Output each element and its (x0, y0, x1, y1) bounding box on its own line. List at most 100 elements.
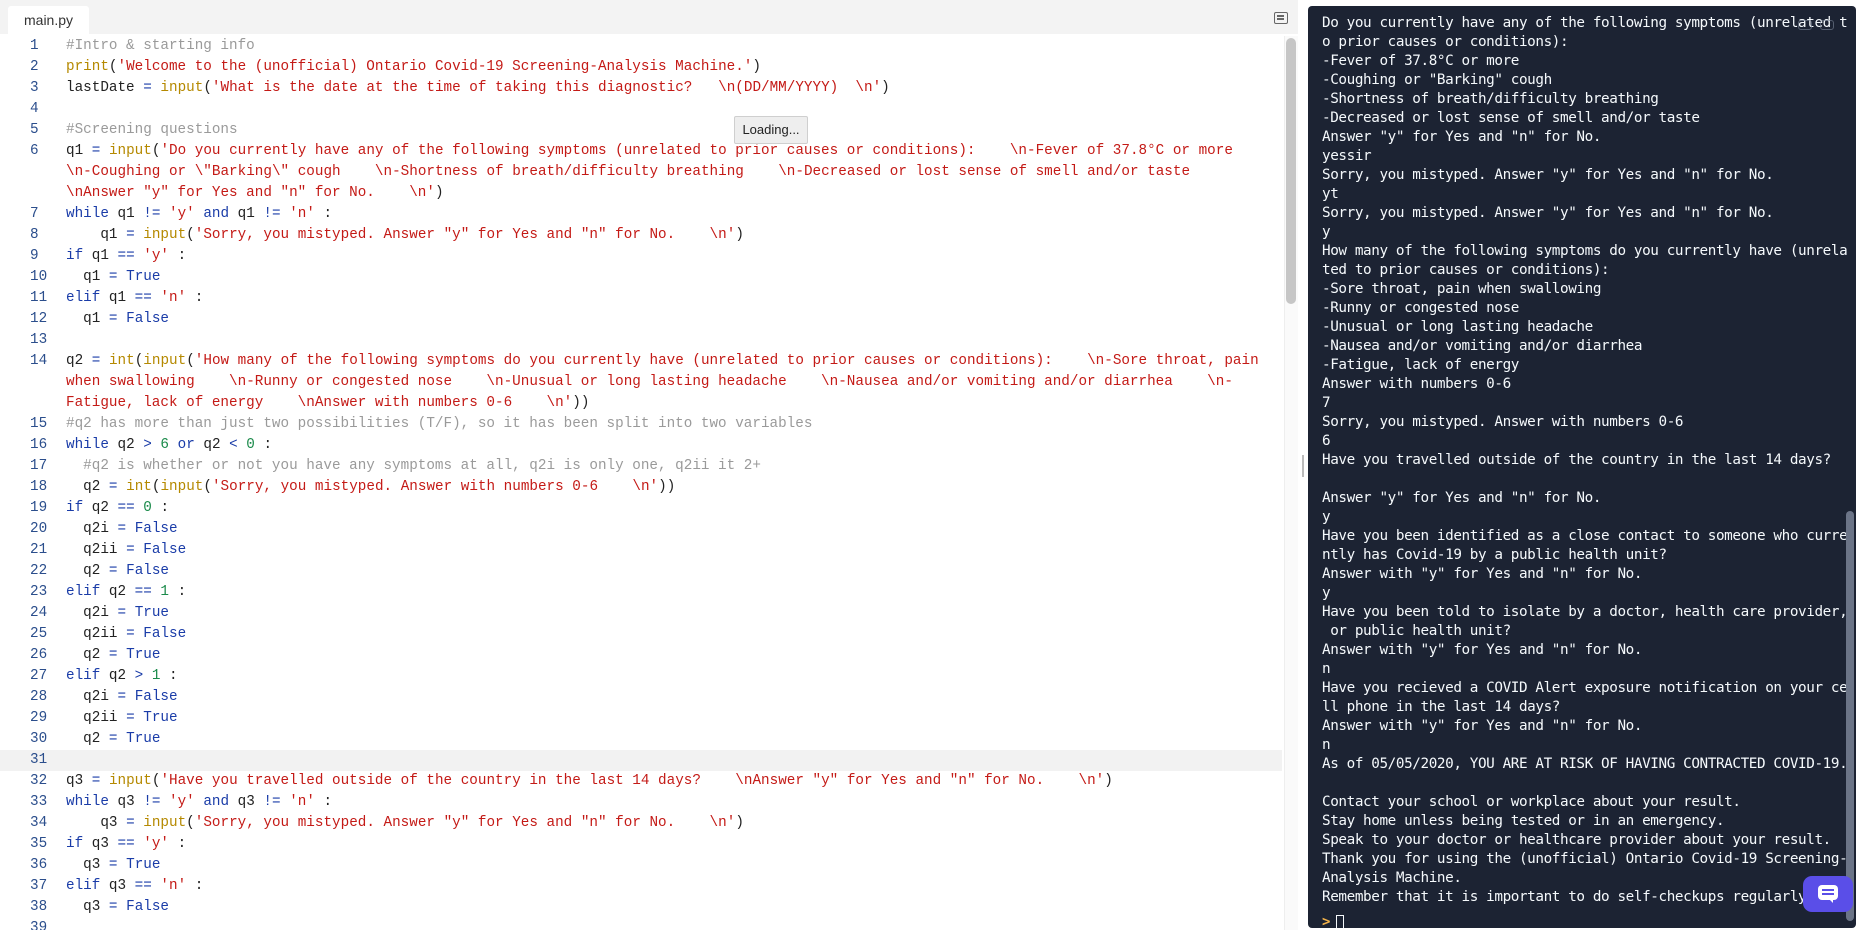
code-line[interactable]: 1 #Intro & starting info (0, 36, 1282, 57)
console-prompt[interactable]: > (1322, 914, 1345, 928)
code-line[interactable]: 12 q1 = False (0, 309, 1282, 330)
code-text: q2i = True (56, 603, 1282, 624)
code-line[interactable]: 23 elif q2 == 1 : (0, 582, 1282, 603)
code-line[interactable]: 27 elif q2 > 1 : (0, 666, 1282, 687)
code-token: ' (426, 185, 435, 201)
code-line[interactable]: 14 q2 = int(input('How many of the follow… (0, 351, 1282, 414)
console-scrollbar-thumb[interactable] (1846, 511, 1854, 921)
code-token: True (126, 857, 161, 873)
code-token: = (126, 626, 135, 642)
code-line[interactable]: 10 q1 = True (0, 267, 1282, 288)
code-token: input (160, 479, 204, 495)
code-line[interactable]: 3 lastDate = input('What is the date at t… (0, 78, 1282, 99)
console-line: Contact your school or workplace about y… (1322, 794, 1741, 810)
code-token: if (66, 836, 84, 852)
chat-button[interactable] (1803, 876, 1853, 912)
code-line[interactable]: 8 q1 = input('Sorry, you mistyped. Answe… (0, 225, 1282, 246)
console-expand-icon[interactable] (1820, 20, 1834, 30)
code-text: elif q2 == 1 : (56, 582, 1282, 603)
code-token: 'n' (289, 206, 315, 222)
code-token: input (143, 815, 187, 831)
code-line[interactable]: 4 (0, 99, 1282, 120)
settings-icon[interactable] (1274, 12, 1288, 24)
code-line[interactable]: 37 elif q3 == 'n' : (0, 876, 1282, 897)
code-line[interactable]: 39 (0, 918, 1282, 930)
code-token: q3 (100, 878, 135, 894)
file-tab-main-py[interactable]: main.py (8, 6, 90, 34)
code-token: : (186, 878, 204, 894)
code-token: 'n' (160, 878, 187, 894)
code-text: q2 = True (56, 729, 1282, 750)
code-line[interactable]: 28 q2i = False (0, 687, 1282, 708)
code-token: \n (66, 164, 84, 180)
code-line[interactable]: 24 q2i = True (0, 603, 1282, 624)
line-number: 6 (30, 143, 39, 159)
code-token: == (117, 836, 135, 852)
editor-scrollbar-thumb[interactable] (1286, 38, 1296, 304)
code-line[interactable]: 19 if q2 == 0 : (0, 498, 1282, 519)
code-line[interactable]: 18 q2 = int(input('Sorry, you mistyped. … (0, 477, 1282, 498)
code-token: : (314, 794, 333, 810)
code-token: q3 (83, 836, 118, 852)
code-line[interactable]: 21 q2ii = False (0, 540, 1282, 561)
console-line: n (1322, 737, 1331, 753)
console-pane[interactable]: Do you currently have any of the followi… (1308, 6, 1856, 928)
code-line[interactable]: 38 q3 = False (0, 897, 1282, 918)
code-line[interactable]: 9 if q1 == 'y' : (0, 246, 1282, 267)
code-line[interactable]: 25 q2ii = False (0, 624, 1282, 645)
code-token: \n (66, 185, 84, 201)
console-line: yt (1322, 186, 1339, 202)
code-line[interactable]: 5 #Screening questions (0, 120, 1282, 141)
code-editor[interactable]: 1 #Intro & starting info 2 print('Welcome t… (0, 36, 1282, 930)
code-line[interactable]: 13 (0, 330, 1282, 351)
code-line[interactable]: 33 while q3 != 'y' and q3 != 'n' : (0, 792, 1282, 813)
code-line[interactable]: 20 q2i = False (0, 519, 1282, 540)
code-token: 'y' (143, 248, 170, 264)
console-line: Sorry, you mistyped. Answer "y" for Yes … (1322, 167, 1774, 183)
code-line[interactable]: 7 while q1 != 'y' and q1 != 'n' : (0, 204, 1282, 225)
code-token: = (108, 269, 118, 285)
code-line[interactable]: 2 print('Welcome to the (unofficial) Onta… (0, 57, 1282, 78)
code-line[interactable]: 15 #q2 has more than just two possibiliti… (0, 414, 1282, 435)
code-token: False (134, 689, 178, 705)
code-line[interactable]: 22 q2 = False (0, 561, 1282, 582)
code-token: \n (718, 80, 736, 96)
console-clear-icon[interactable] (1798, 20, 1812, 30)
code-line[interactable]: 34 q3 = input('Sorry, you mistyped. Answ… (0, 813, 1282, 834)
code-line[interactable]: 16 while q2 > 6 or q2 < 0 : (0, 435, 1282, 456)
code-token: \n (632, 479, 650, 495)
editor-pane: main.py 1 #Intro & starting info 2 print('W… (0, 0, 1299, 930)
code-line[interactable]: 17 #q2 is whether or not you have any sy… (0, 456, 1282, 477)
code-token: q3 (229, 794, 264, 810)
code-line[interactable]: 11 elif q1 == 'n' : (0, 288, 1282, 309)
console-line: y (1322, 509, 1331, 525)
code-line[interactable]: 36 q3 = True (0, 855, 1282, 876)
code-line[interactable]: 29 q2ii = True (0, 708, 1282, 729)
pane-splitter[interactable] (1298, 0, 1308, 930)
console-output: Do you currently have any of the followi… (1322, 14, 1848, 907)
code-text: lastDate = input('What is the date at th… (56, 78, 1282, 99)
code-token: True (143, 710, 178, 726)
code-token: q2 (66, 647, 109, 663)
code-token: = (108, 563, 118, 579)
code-line[interactable]: 31 (0, 750, 1282, 771)
code-line[interactable]: 35 if q3 == 'y' : (0, 834, 1282, 855)
console-line: y (1322, 224, 1331, 240)
code-token: > (143, 437, 152, 453)
code-token: input (160, 80, 204, 96)
code-token: False (143, 626, 187, 642)
code-line[interactable]: 6 q1 = input('Do you currently have any o… (0, 141, 1282, 204)
code-line[interactable]: 30 q2 = True (0, 729, 1282, 750)
code-line[interactable]: 32 q3 = input('Have you travelled outside… (0, 771, 1282, 792)
code-token: q1 (229, 206, 264, 222)
code-token: -Fever of 37.8°C or more (1026, 143, 1268, 159)
code-line[interactable]: 26 q2 = True (0, 645, 1282, 666)
console-line: Have you travelled outside of the countr… (1322, 452, 1831, 468)
code-token: Barking (211, 164, 272, 180)
line-number: 2 (30, 59, 39, 75)
